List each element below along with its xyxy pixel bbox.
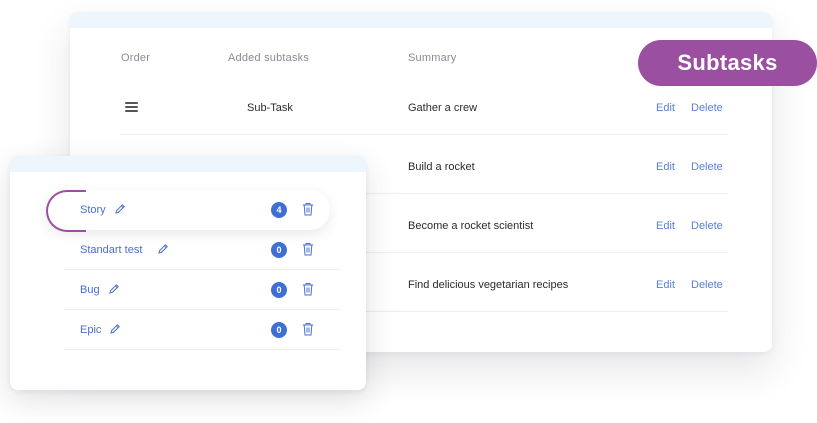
delete-link[interactable]: Delete <box>691 220 723 232</box>
column-header-summary: Summary <box>408 52 457 64</box>
issue-types-card: Story 4 Standart test 0 Bug 0 Epic 0 <box>10 156 366 390</box>
issue-type-name[interactable]: Bug <box>80 284 100 296</box>
active-indicator <box>46 190 86 232</box>
card-top-bar <box>70 12 772 28</box>
issue-type-row-bug[interactable]: Bug 0 <box>64 270 340 310</box>
pencil-icon[interactable] <box>157 243 169 255</box>
delete-link[interactable]: Delete <box>691 161 723 173</box>
drag-handle-icon[interactable] <box>125 102 138 112</box>
pencil-icon[interactable] <box>108 283 120 295</box>
column-header-added-subtasks: Added subtasks <box>228 52 310 64</box>
summary-cell: Build a rocket <box>408 161 475 173</box>
issue-type-row-epic[interactable]: Epic 0 <box>64 310 340 350</box>
trash-icon[interactable] <box>302 322 314 336</box>
issue-type-row-story[interactable]: Story 4 <box>46 190 330 230</box>
count-badge: 0 <box>271 322 287 338</box>
edit-link[interactable]: Edit <box>656 102 675 114</box>
subtask-cell: Sub-Task <box>247 102 293 114</box>
issue-type-name[interactable]: Standart test <box>80 244 142 256</box>
issue-type-row-standart-test[interactable]: Standart test 0 <box>64 230 340 270</box>
edit-link[interactable]: Edit <box>656 279 675 291</box>
table-row: Sub-Task Gather a crew Edit Delete <box>120 76 728 135</box>
delete-link[interactable]: Delete <box>691 279 723 291</box>
edit-link[interactable]: Edit <box>656 220 675 232</box>
issue-type-name[interactable]: Epic <box>80 324 101 336</box>
delete-link[interactable]: Delete <box>691 102 723 114</box>
summary-cell: Become a rocket scientist <box>408 220 534 232</box>
edit-link[interactable]: Edit <box>656 161 675 173</box>
card-top-bar <box>10 156 366 172</box>
subtasks-pill-label: Subtasks <box>638 40 817 86</box>
count-badge: 0 <box>271 242 287 258</box>
column-header-order: Order <box>121 52 151 64</box>
pencil-icon[interactable] <box>109 323 121 335</box>
pencil-icon[interactable] <box>114 203 126 215</box>
count-badge: 0 <box>271 282 287 298</box>
trash-icon[interactable] <box>302 242 314 256</box>
trash-icon[interactable] <box>302 202 314 216</box>
count-badge: 4 <box>271 202 287 218</box>
summary-cell: Find delicious vegetarian recipes <box>408 279 569 291</box>
trash-icon[interactable] <box>302 282 314 296</box>
summary-cell: Gather a crew <box>408 102 478 114</box>
